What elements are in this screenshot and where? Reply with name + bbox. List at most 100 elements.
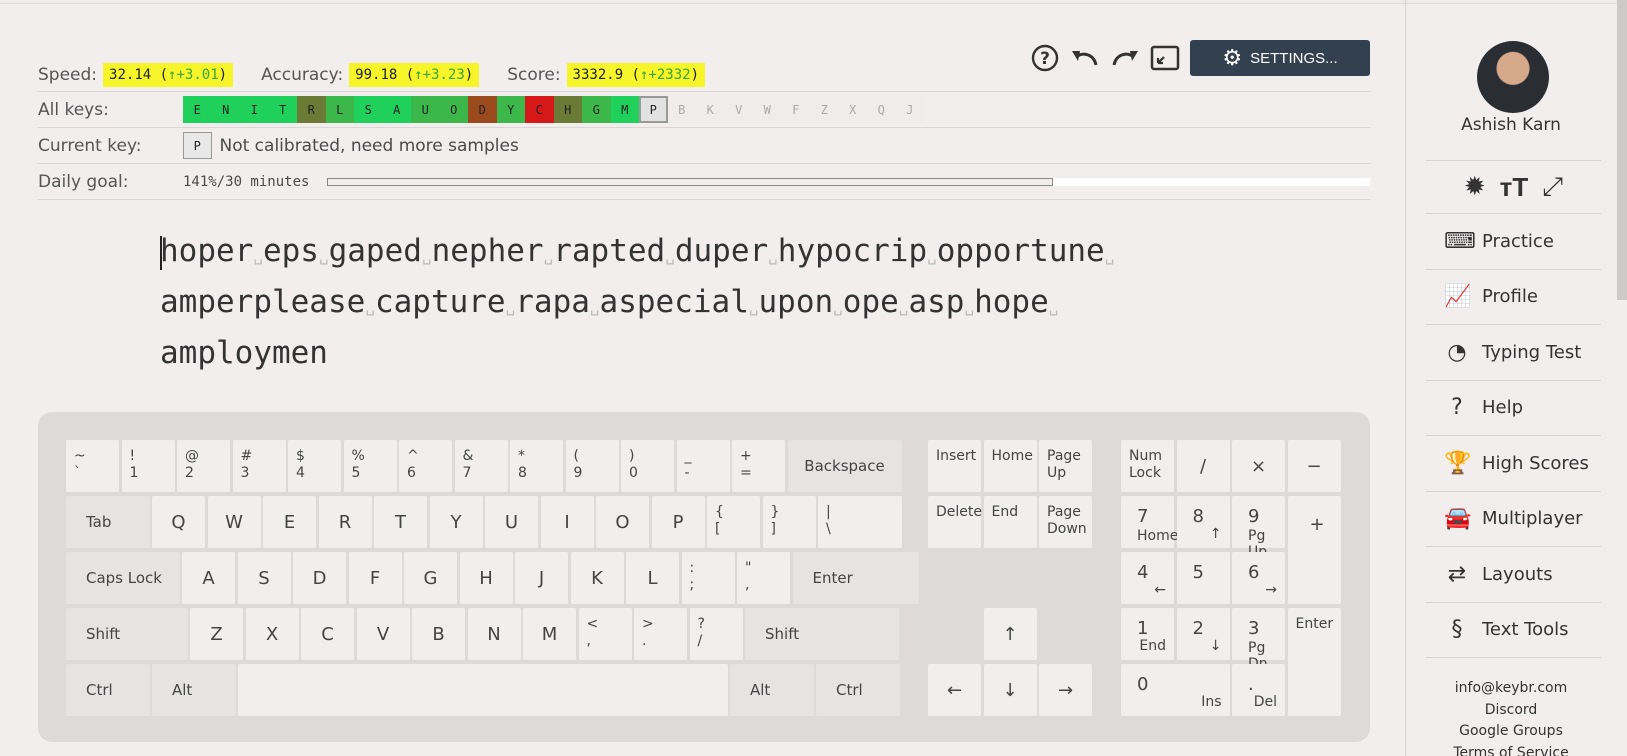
key-num-minus[interactable]: − bbox=[1287, 440, 1341, 492]
key-num-8[interactable]: 8 ↑ bbox=[1176, 496, 1230, 548]
key-b[interactable]: B bbox=[412, 608, 465, 660]
typing-text-area[interactable]: hoper␣eps␣gaped␣nepher␣rapted␣duper␣hypo… bbox=[160, 228, 1160, 376]
sidebar-item-profile[interactable]: 📈 Profile bbox=[1426, 270, 1601, 325]
settings-button[interactable]: ⚙ SETTINGS... bbox=[1190, 40, 1370, 76]
key-i[interactable]: I bbox=[540, 496, 594, 548]
key-n[interactable]: N bbox=[467, 608, 521, 660]
key-s[interactable]: S bbox=[237, 552, 291, 604]
key-num-2[interactable]: 2 ↓ bbox=[1176, 608, 1230, 660]
key-num-0[interactable]: 0 Ins bbox=[1121, 664, 1230, 716]
key-a[interactable]: A bbox=[182, 552, 235, 604]
key-u[interactable]: U bbox=[485, 496, 538, 548]
key-tab[interactable]: Tab bbox=[66, 496, 150, 548]
key-bracket-2[interactable]: | \ bbox=[818, 496, 902, 548]
key-sym-0[interactable]: <, bbox=[578, 608, 632, 660]
key-num-7[interactable]: 7 Home bbox=[1121, 496, 1178, 548]
key-num-9[interactable]: 9Pg Up bbox=[1232, 496, 1285, 560]
key-num-plus[interactable]: + bbox=[1287, 496, 1341, 604]
avatar[interactable] bbox=[1477, 41, 1549, 113]
sidebar-item-help[interactable]: ? Help bbox=[1426, 381, 1601, 436]
key-r[interactable]: R bbox=[318, 496, 372, 548]
scrollbar[interactable] bbox=[1617, 0, 1627, 300]
key-punct-0[interactable]: :; bbox=[681, 552, 735, 604]
key-num-1[interactable]: 1 End bbox=[1121, 608, 1174, 660]
key-backspace[interactable]: Backspace bbox=[787, 440, 902, 492]
key-bracket-1[interactable]: }] bbox=[762, 496, 816, 548]
key-num-6[interactable]: 6 → bbox=[1232, 552, 1285, 604]
key-f[interactable]: F bbox=[348, 552, 402, 604]
key-5[interactable]: % 5 bbox=[343, 440, 397, 492]
key-h[interactable]: H bbox=[459, 552, 513, 604]
key-sym-2[interactable]: ? / bbox=[689, 608, 743, 660]
key-arrow-down[interactable]: ↓ bbox=[983, 664, 1037, 716]
key-9[interactable]: (9 bbox=[565, 440, 619, 492]
key-num-enter[interactable]: Enter bbox=[1287, 608, 1341, 716]
key-l[interactable]: L bbox=[626, 552, 679, 604]
key-alt-left[interactable]: Alt bbox=[152, 664, 236, 716]
footer-link[interactable]: info@keybr.com bbox=[1406, 678, 1616, 700]
key-space[interactable] bbox=[238, 664, 728, 716]
key-x[interactable]: X bbox=[245, 608, 299, 660]
key-c[interactable]: C bbox=[301, 608, 354, 660]
key-num-3[interactable]: 3Pg Dn bbox=[1232, 608, 1285, 672]
sidebar-item-practice[interactable]: ⌨ Practice bbox=[1426, 214, 1601, 270]
key-4[interactable]: $4 bbox=[288, 440, 341, 492]
key-end[interactable]: End bbox=[983, 496, 1037, 548]
key-2[interactable]: @2 bbox=[177, 440, 230, 492]
key-0[interactable]: ) 0 bbox=[621, 440, 674, 492]
key-caps-lock[interactable]: Caps Lock bbox=[66, 552, 180, 604]
key-ctrl-right[interactable]: Ctrl bbox=[816, 664, 900, 716]
key-m[interactable]: M bbox=[523, 608, 576, 660]
key-e[interactable]: E bbox=[263, 496, 316, 548]
key-arrow-right[interactable]: → bbox=[1039, 664, 1092, 716]
key-insert[interactable]: Insert bbox=[928, 440, 981, 492]
key-k[interactable]: K bbox=[570, 552, 624, 604]
key-num-5[interactable]: 5 bbox=[1176, 552, 1230, 604]
key-num-4[interactable]: 4 ← bbox=[1121, 552, 1174, 604]
key-8[interactable]: * 8 bbox=[510, 440, 563, 492]
key-d[interactable]: D bbox=[293, 552, 346, 604]
key-page-down[interactable]: Page Down bbox=[1039, 496, 1092, 548]
key-home[interactable]: Home bbox=[983, 440, 1037, 492]
key-alt-right[interactable]: Alt bbox=[730, 664, 814, 716]
key-page-up[interactable]: Page Up bbox=[1039, 440, 1092, 492]
key-delete[interactable]: Delete bbox=[928, 496, 982, 548]
key-t[interactable]: T bbox=[374, 496, 427, 548]
key-shift-right[interactable]: Shift bbox=[745, 608, 899, 660]
key-7[interactable]: & 7 bbox=[454, 440, 508, 492]
user-name[interactable]: Ashish Karn bbox=[1406, 115, 1616, 135]
key-enter[interactable]: Enter bbox=[792, 552, 919, 604]
key-`[interactable]: ~ ` bbox=[66, 440, 119, 492]
key-o[interactable]: O bbox=[596, 496, 649, 548]
footer-link[interactable]: Terms of Service bbox=[1406, 743, 1616, 756]
theme-icon[interactable]: ✹ bbox=[1464, 172, 1486, 202]
key-q[interactable]: Q bbox=[152, 496, 205, 548]
key-arrow-left[interactable]: ← bbox=[928, 664, 981, 716]
help-icon[interactable]: ? bbox=[1030, 43, 1060, 73]
key--[interactable]: _ - bbox=[676, 440, 730, 492]
key-g[interactable]: G bbox=[404, 552, 457, 604]
key-w[interactable]: W bbox=[207, 496, 261, 548]
key-num-multiply[interactable]: × bbox=[1232, 440, 1285, 492]
sidebar-item-typing-test[interactable]: ◔ Typing Test bbox=[1426, 325, 1601, 381]
footer-link[interactable]: Discord bbox=[1406, 700, 1616, 722]
expand-icon[interactable]: ⤢ bbox=[1542, 172, 1563, 203]
key-bracket-0[interactable]: {[ bbox=[707, 496, 760, 548]
key-arrow-up[interactable]: ↑ bbox=[983, 608, 1037, 660]
key-ctrl-left[interactable]: Ctrl bbox=[66, 664, 150, 716]
key-1[interactable]: ! 1 bbox=[121, 440, 175, 492]
sidebar-item-layouts[interactable]: ⇄ Layouts bbox=[1426, 547, 1601, 603]
key-3[interactable]: #3 bbox=[232, 440, 286, 492]
key-=[interactable]: + = bbox=[732, 440, 785, 492]
key-num-divide[interactable]: / bbox=[1176, 440, 1230, 492]
key-v[interactable]: V bbox=[356, 608, 410, 660]
footer-link[interactable]: Google Groups bbox=[1406, 721, 1616, 743]
sidebar-item-text-tools[interactable]: § Text Tools bbox=[1426, 603, 1601, 658]
key-sym-1[interactable]: >. bbox=[634, 608, 687, 660]
font-size-icon[interactable]: ᴛT bbox=[1500, 172, 1529, 203]
key-z[interactable]: Z bbox=[190, 608, 243, 660]
key-punct-1[interactable]: ", bbox=[737, 552, 790, 604]
key-6[interactable]: ^ 6 bbox=[399, 440, 452, 492]
redo-icon[interactable] bbox=[1110, 43, 1140, 73]
key-j[interactable]: J bbox=[515, 552, 568, 604]
